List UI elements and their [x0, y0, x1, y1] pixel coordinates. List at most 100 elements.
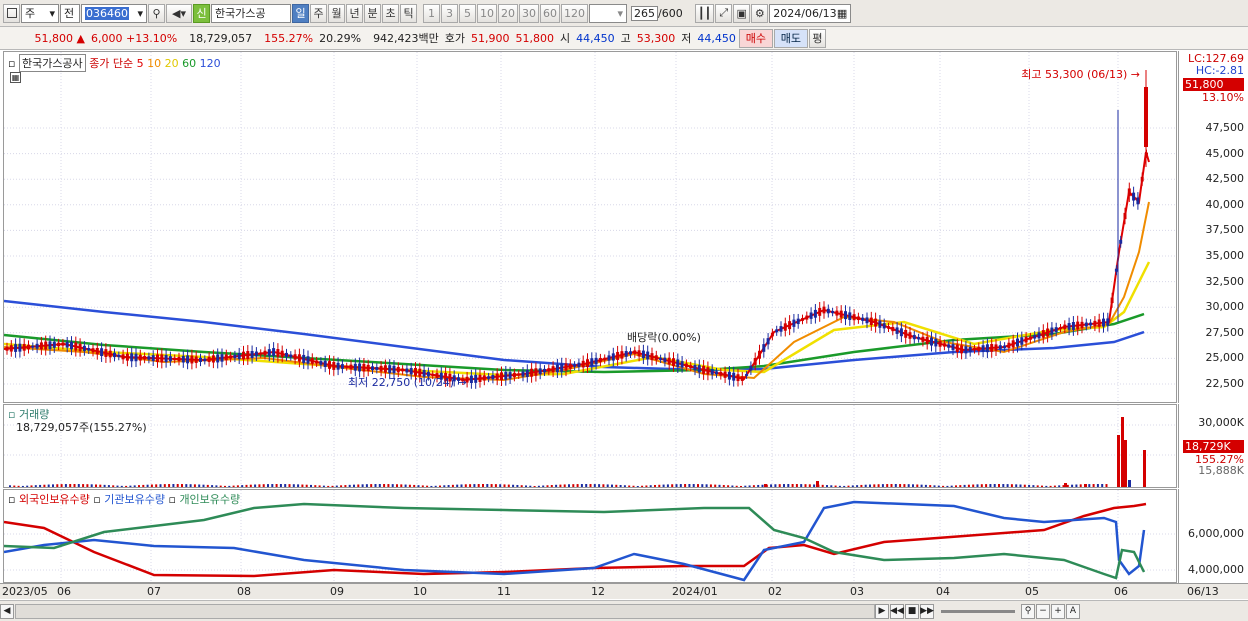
volume-bar	[1092, 484, 1095, 487]
market-select[interactable]: 주 ▾	[21, 3, 59, 23]
volume-bar	[860, 484, 863, 487]
count-5[interactable]: 5	[459, 3, 476, 23]
volume-bar	[795, 484, 798, 487]
font-icon[interactable]: A	[1066, 603, 1080, 619]
volume-bar	[787, 484, 790, 487]
calendar-icon[interactable]: ▦	[837, 7, 847, 20]
candle-body	[1059, 327, 1062, 330]
plus-icon[interactable]: +	[1051, 603, 1065, 619]
volume-bar	[929, 485, 932, 487]
volume-bar	[138, 485, 140, 487]
date-input[interactable]: 2024/06/13 ▦	[769, 3, 852, 23]
scroll-left-icon[interactable]: ◀	[0, 603, 14, 619]
tab-day[interactable]: 일	[292, 3, 309, 23]
volume-chart[interactable]	[4, 405, 1176, 487]
tab-tick[interactable]: 틱	[400, 3, 417, 23]
volume-bar	[778, 484, 781, 487]
speed-slider[interactable]	[941, 609, 1015, 613]
grid-icon[interactable]: ▦	[10, 72, 21, 83]
rewind-icon[interactable]: ◀◀	[890, 603, 904, 619]
volume-bar	[589, 484, 592, 487]
tab-week[interactable]: 주	[310, 3, 327, 23]
x-tick: 09	[330, 585, 344, 598]
speaker-icon[interactable]: ◀▾	[166, 3, 192, 23]
minus-icon[interactable]: −	[1036, 603, 1050, 619]
count-20[interactable]: 20	[498, 3, 518, 23]
bar-count-input[interactable]: 265/600	[628, 4, 686, 23]
candle-body	[1050, 327, 1054, 335]
save-icon[interactable]: ▣	[733, 3, 751, 23]
volume-bar	[684, 484, 687, 487]
sell-button[interactable]: 매도	[773, 28, 808, 48]
scroll-bar[interactable]: ◀ ▶ ◀◀ ■ ▶▶ ⚲ − + A	[0, 600, 1248, 621]
tab-minute[interactable]: 분	[364, 3, 381, 23]
search-icon[interactable]: ⚲	[148, 3, 165, 23]
tab-second[interactable]: 초	[382, 3, 399, 23]
candle-body	[788, 321, 792, 330]
volume-bar	[490, 484, 493, 487]
price-tick: 42,500	[1205, 172, 1245, 186]
volume-bar	[1064, 483, 1067, 487]
volume-bar	[103, 484, 106, 487]
volume-bar	[942, 485, 945, 487]
candle-body	[310, 358, 314, 364]
candle-body	[78, 343, 82, 352]
candle-body	[22, 343, 26, 351]
candle-body	[1127, 188, 1131, 197]
draw-tool-icon[interactable]: ⤢	[715, 3, 733, 23]
volume-bar	[348, 484, 351, 487]
buy-button[interactable]: 매수	[738, 28, 773, 48]
volume-bar	[391, 484, 394, 487]
candle-body	[100, 348, 104, 357]
gear-icon[interactable]: ⚙	[751, 3, 769, 23]
price-chart[interactable]	[4, 52, 1176, 402]
tab-month[interactable]: 월	[328, 3, 345, 23]
candle-body	[938, 340, 942, 347]
volume-bar	[383, 484, 386, 487]
volume-bar	[748, 485, 751, 487]
custom-count-select[interactable]: ▾	[589, 3, 627, 23]
count-60[interactable]: 60	[540, 3, 560, 23]
scroll-track[interactable]	[15, 603, 875, 619]
candle-body	[35, 343, 39, 349]
volume-bar	[193, 484, 196, 487]
candle-body	[306, 356, 310, 364]
x-tick: 12	[591, 585, 605, 598]
candle-body	[766, 338, 770, 345]
legend-indiv: 개인보유수량	[179, 493, 241, 506]
candle-body	[199, 357, 202, 362]
candle-body	[517, 373, 521, 376]
candle-icon[interactable]: ┃┃	[695, 3, 715, 23]
stop-icon[interactable]: ■	[905, 603, 919, 619]
volume-bar	[361, 484, 364, 487]
tab-year[interactable]: 년	[346, 3, 363, 23]
dividend-annotation: 배당락(0.00%)	[627, 331, 701, 344]
candle-body	[727, 371, 731, 380]
volume-bar	[1053, 485, 1056, 487]
volume-bar	[722, 485, 725, 487]
count-3[interactable]: 3	[441, 3, 458, 23]
count-10[interactable]: 10	[477, 3, 497, 23]
volume-bar	[451, 484, 454, 487]
zoom-icon[interactable]: ⚲	[1021, 603, 1035, 619]
volume-bar	[821, 484, 824, 487]
count-120[interactable]: 120	[561, 3, 588, 23]
volume-bar	[993, 484, 996, 487]
eval-button[interactable]: 평	[808, 28, 826, 48]
forward-icon[interactable]: ▶▶	[920, 603, 934, 619]
candle-body	[211, 355, 215, 363]
code-input[interactable]: 036460 ▾	[81, 3, 147, 23]
volume-bar	[1045, 485, 1048, 487]
view-select[interactable]: 전	[60, 3, 80, 23]
volume-bar	[159, 484, 162, 487]
volume-bar	[1002, 484, 1005, 487]
count-30[interactable]: 30	[519, 3, 539, 23]
window-icon[interactable]	[3, 3, 20, 23]
candle-body	[960, 345, 964, 354]
candle-body	[758, 350, 761, 359]
candle-body	[895, 327, 899, 334]
candle-body	[525, 369, 529, 377]
play-icon[interactable]: ▶	[875, 603, 889, 619]
count-1[interactable]: 1	[423, 3, 440, 23]
price-pane: ▫ 한국가스공사 종가 단순 5 10 20 60 120 ▦ 최고 53,30…	[3, 51, 1177, 403]
